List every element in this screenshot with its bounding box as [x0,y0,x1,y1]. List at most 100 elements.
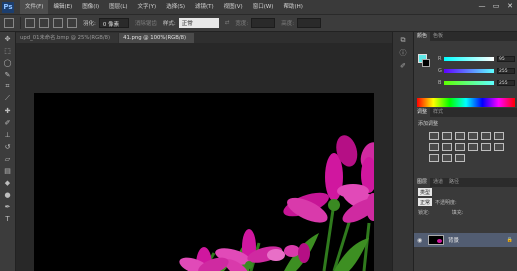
close-button[interactable]: ✕ [505,1,515,11]
menu-item-filter[interactable]: 滤镜(T) [190,0,219,14]
antialias-checkbox[interactable]: 消除锯齿 [135,19,157,27]
style-select[interactable]: 正常 [178,18,219,28]
main-menu: 文件(F) 编辑(E) 图像(I) 图层(L) 文字(Y) 选择(S) 滤镜(T… [20,0,308,14]
crop-tool-icon[interactable]: ⌗ [2,81,14,92]
type-tool-icon[interactable]: T [2,213,14,224]
add-selection-icon[interactable] [39,18,49,28]
menu-item-view[interactable]: 视图(V) [219,0,248,14]
tab-upd-bmp[interactable]: upd_01未命名.bmp @ 25%(RGB/8) [16,33,119,43]
exposure-icon[interactable] [468,132,478,140]
red-slider[interactable]: R 95 [438,56,516,62]
lasso-tool-icon[interactable]: ◯ [2,57,14,68]
tab-channels[interactable]: 通道 [430,178,446,187]
move-tool-icon[interactable]: ✥ [2,33,14,44]
tab-41-png[interactable]: 41.png @ 100%(RGB/8) [119,33,195,43]
green-track[interactable] [444,69,494,73]
photo-filter-icon[interactable] [455,143,465,151]
panel-dock-strip: ⧉ ⓘ ✐ [392,32,414,271]
subtract-selection-icon[interactable] [53,18,63,28]
brush-presets-icon[interactable]: ✐ [397,61,409,71]
minimize-button[interactable]: — [477,1,487,11]
gradient-tool-icon[interactable]: ▤ [2,165,14,176]
style-label: 样式: [162,21,176,27]
menu-item-edit[interactable]: 编辑(E) [48,0,77,14]
history-icon[interactable]: ⧉ [397,35,409,45]
menu-bar: Ps 文件(F) 编辑(E) 图像(I) 图层(L) 文字(Y) 选择(S) 滤… [0,0,517,14]
layer-filter-row: 类型 [414,187,517,197]
menu-item-select[interactable]: 选择(S) [161,0,190,14]
menu-item-layer[interactable]: 图层(L) [104,0,132,14]
options-bar: 羽化: 0 像素 消除锯齿 样式: 正常 ⇄ 宽度: 高度: [0,14,517,32]
new-selection-icon[interactable] [25,18,35,28]
feather-input[interactable]: 0 像素 [98,18,129,28]
curves-icon[interactable] [455,132,465,140]
stamp-tool-icon[interactable]: ⊥ [2,129,14,140]
marquee-tool-icon[interactable]: ⬚ [2,45,14,56]
color-spectrum[interactable] [417,98,515,107]
tab-color[interactable]: 颜色 [414,32,431,41]
menu-item-type[interactable]: 文字(Y) [133,0,162,14]
invert-icon[interactable] [494,143,504,151]
channel-mixer-icon[interactable] [468,143,478,151]
tab-adjustments[interactable]: 调整 [414,108,431,117]
eye-icon[interactable]: ◉ [417,237,425,244]
tab-swatches[interactable]: 色板 [430,32,446,41]
green-slider[interactable]: G 255 [438,68,516,74]
tab-styles[interactable]: 样式 [430,108,446,117]
dodge-tool-icon[interactable]: ● [2,189,14,200]
selective-color-icon[interactable] [455,154,465,162]
lock-icon: 🔒 [506,237,513,243]
menu-item-help[interactable]: 帮助(H) [278,0,307,14]
threshold-icon[interactable] [442,154,452,162]
adjustment-icons [428,131,512,164]
quick-select-tool-icon[interactable]: ✎ [2,69,14,80]
layer-row-background[interactable]: ◉ 背景 🔒 [414,233,517,247]
height-input[interactable] [297,18,322,28]
menu-item-image[interactable]: 图像(I) [77,0,104,14]
layer-name: 背景 [448,238,460,244]
blue-slider[interactable]: B 255 [438,80,516,86]
opacity-label: 不透明度: [435,199,457,206]
layer-kind-select[interactable]: 类型 [418,188,433,196]
feather-label: 羽化: [83,21,96,27]
hue-saturation-icon[interactable] [494,132,504,140]
tab-layers[interactable]: 图层 [414,178,431,187]
color-panel-tabs: 颜色 色板 [414,32,517,41]
brightness-icon[interactable] [429,132,439,140]
eraser-tool-icon[interactable]: ▱ [2,153,14,164]
swap-icon[interactable]: ⇄ [225,20,230,26]
menu-item-window[interactable]: 窗口(W) [248,0,279,14]
properties-icon[interactable]: ⓘ [397,48,409,58]
bud [298,243,310,263]
intersect-selection-icon[interactable] [67,18,77,28]
add-adjustment-label: 添加调整 [418,121,439,127]
menu-item-file[interactable]: 文件(F) [20,0,49,14]
blue-value[interactable]: 255 [497,80,515,86]
pen-tool-icon[interactable]: ✒ [2,201,14,212]
width-input[interactable] [251,18,276,28]
red-value[interactable]: 95 [497,56,515,62]
lock-label: 锁定: [418,209,430,216]
marquee-tool-icon[interactable] [4,18,14,28]
workspace [16,43,392,271]
blend-mode-select[interactable]: 正常 [418,198,433,206]
levels-icon[interactable] [442,132,452,140]
blur-tool-icon[interactable]: ◆ [2,177,14,188]
black-white-icon[interactable] [442,143,452,151]
vibrance-icon[interactable] [481,132,491,140]
restore-button[interactable]: ▭ [491,1,501,11]
posterize-icon[interactable] [429,154,439,162]
eyedropper-tool-icon[interactable]: ⟋ [2,93,14,104]
color-lookup-icon[interactable] [481,143,491,151]
image-canvas[interactable] [34,93,374,271]
green-value[interactable]: 255 [497,68,515,74]
healing-tool-icon[interactable]: ✚ [2,105,14,116]
red-track[interactable] [444,57,494,61]
tab-paths[interactable]: 路径 [446,178,462,187]
color-balance-icon[interactable] [429,143,439,151]
history-brush-icon[interactable]: ↺ [2,141,14,152]
background-color-swatch[interactable] [422,59,430,67]
blue-track[interactable] [444,81,494,85]
brush-tool-icon[interactable]: ✐ [2,117,14,128]
window-controls: — ▭ ✕ [477,1,515,11]
